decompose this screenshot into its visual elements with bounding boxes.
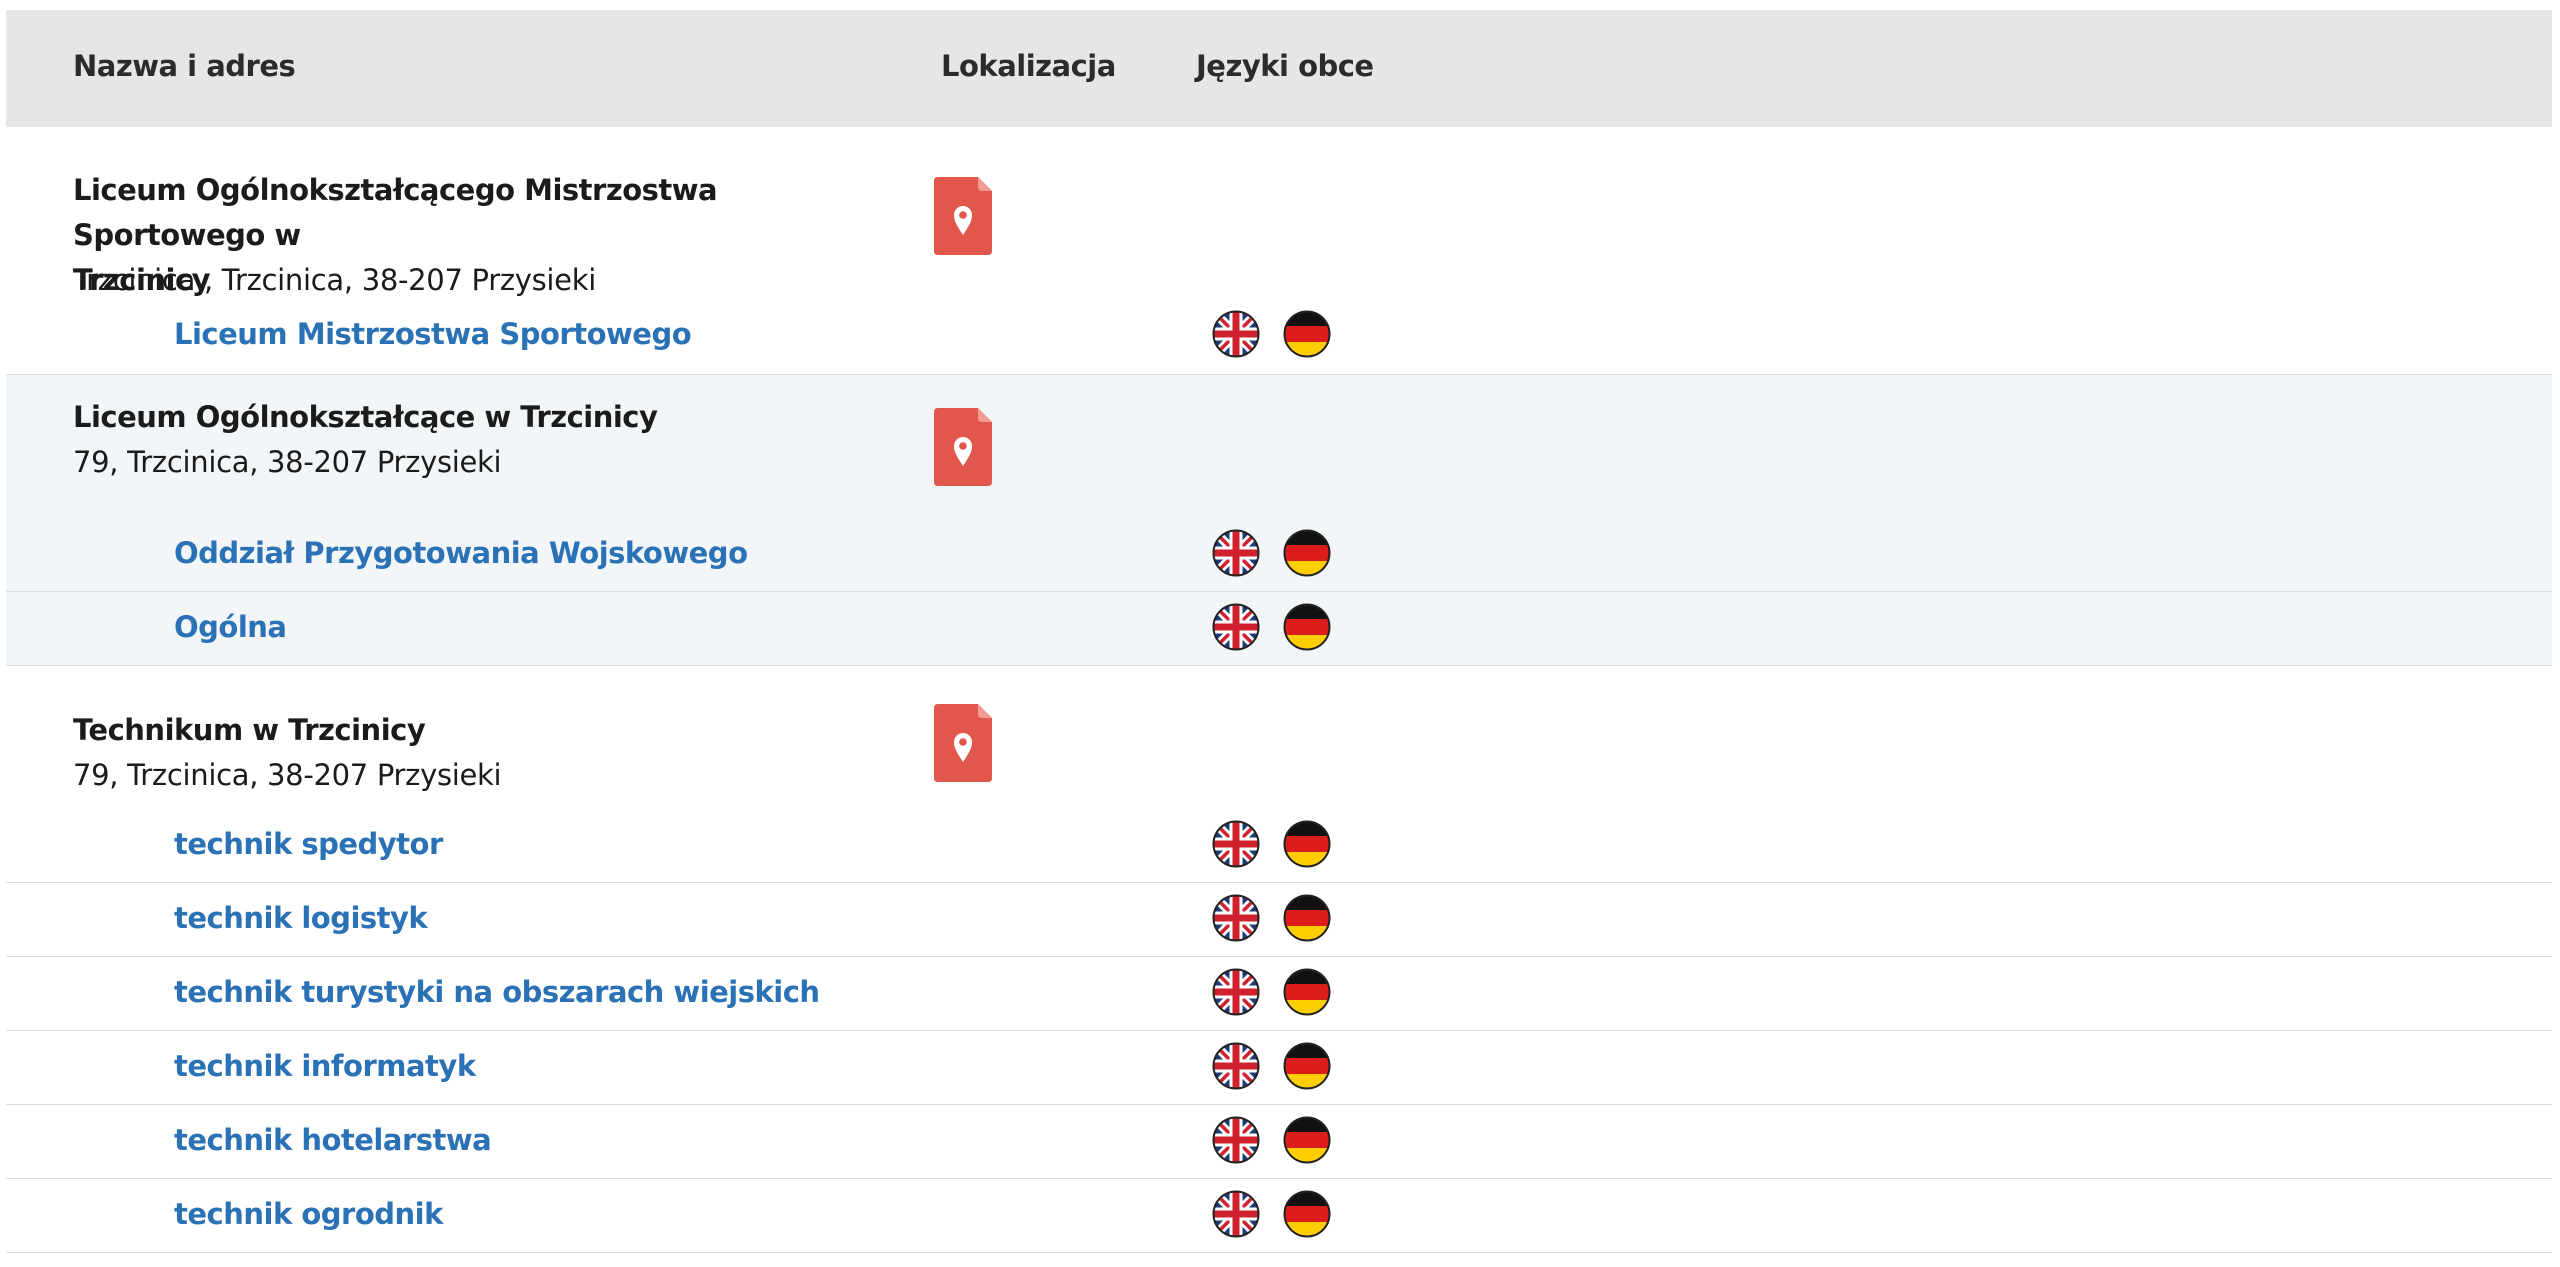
german-flag-icon bbox=[1283, 820, 1331, 868]
german-flag-icon bbox=[1283, 1116, 1331, 1164]
english-flag-icon bbox=[1212, 1190, 1260, 1238]
header-location: Lokalizacja bbox=[941, 49, 1116, 83]
language-flags bbox=[1212, 603, 1331, 651]
language-flags bbox=[1212, 529, 1331, 577]
program-link[interactable]: technik ogrodnik bbox=[174, 1197, 443, 1231]
school-row: Liceum Ogólnokształcącego Mistrzostwa Sp… bbox=[6, 127, 2552, 305]
english-flag-icon bbox=[1212, 1116, 1260, 1164]
program-link[interactable]: technik turystyki na obszarach wiejskich bbox=[174, 975, 820, 1009]
language-flags bbox=[1212, 894, 1331, 942]
program-row: technik hotelarstwa bbox=[6, 1105, 2552, 1179]
program-row: technik informatyk bbox=[6, 1031, 2552, 1105]
program-row: Liceum Mistrzostwa Sportowego bbox=[6, 305, 2552, 375]
program-row: technik logistyk bbox=[6, 883, 2552, 957]
english-flag-icon bbox=[1212, 603, 1260, 651]
school-row: Liceum Ogólnokształcące w Trzcinicy 79, … bbox=[6, 375, 2552, 518]
english-flag-icon bbox=[1212, 894, 1260, 942]
english-flag-icon bbox=[1212, 820, 1260, 868]
program-link[interactable]: Oddział Przygotowania Wojskowego bbox=[174, 536, 748, 570]
program-row: technik turystyki na obszarach wiejskich bbox=[6, 957, 2552, 1031]
header-languages: Języki obce bbox=[1196, 49, 1374, 83]
language-flags bbox=[1212, 820, 1331, 868]
school-name: Technikum w Trzcinicy bbox=[73, 713, 426, 747]
program-link[interactable]: technik hotelarstwa bbox=[174, 1123, 492, 1157]
map-marker-icon[interactable] bbox=[934, 177, 996, 255]
program-row: technik ogrodnik bbox=[6, 1179, 2552, 1253]
english-flag-icon bbox=[1212, 1042, 1260, 1090]
program-link[interactable]: Ogólna bbox=[174, 610, 287, 644]
program-link[interactable]: technik logistyk bbox=[174, 901, 428, 935]
program-link[interactable]: technik informatyk bbox=[174, 1049, 476, 1083]
school-name: Liceum Ogólnokształcące w Trzcinicy bbox=[73, 400, 658, 434]
program-row: Ogólna bbox=[6, 592, 2552, 666]
school-group: Liceum Ogólnokształcącego Mistrzostwa Sp… bbox=[6, 127, 2552, 375]
program-row: Oddział Przygotowania Wojskowego bbox=[6, 518, 2552, 592]
header-name-address: Nazwa i adres bbox=[73, 49, 296, 83]
german-flag-icon bbox=[1283, 1190, 1331, 1238]
program-link[interactable]: technik spedytor bbox=[174, 827, 443, 861]
school-address: 79, Trzcinica, 38-207 Przysieki bbox=[73, 758, 502, 792]
english-flag-icon bbox=[1212, 310, 1260, 358]
german-flag-icon bbox=[1283, 529, 1331, 577]
language-flags bbox=[1212, 968, 1331, 1016]
language-flags bbox=[1212, 1116, 1331, 1164]
language-flags bbox=[1212, 310, 1331, 358]
schools-table: Nazwa i adres Lokalizacja Języki obce Li… bbox=[6, 10, 2552, 1253]
language-flags bbox=[1212, 1190, 1331, 1238]
german-flag-icon bbox=[1283, 1042, 1331, 1090]
german-flag-icon bbox=[1283, 310, 1331, 358]
school-group: Liceum Ogólnokształcące w Trzcinicy 79, … bbox=[6, 375, 2552, 666]
program-link[interactable]: Liceum Mistrzostwa Sportowego bbox=[174, 317, 692, 351]
english-flag-icon bbox=[1212, 529, 1260, 577]
table-header: Nazwa i adres Lokalizacja Języki obce bbox=[6, 10, 2552, 127]
german-flag-icon bbox=[1283, 894, 1331, 942]
german-flag-icon bbox=[1283, 603, 1331, 651]
school-row: Technikum w Trzcinicy 79, Trzcinica, 38-… bbox=[6, 666, 2552, 809]
program-row: technik spedytor bbox=[6, 809, 2552, 883]
language-flags bbox=[1212, 1042, 1331, 1090]
school-address: 79, Trzcinica, 38-207 Przysieki bbox=[73, 445, 502, 479]
school-address: Trzcinica , Trzcinica, 38-207 Przysieki bbox=[73, 263, 596, 297]
map-marker-icon[interactable] bbox=[934, 704, 996, 782]
english-flag-icon bbox=[1212, 968, 1260, 1016]
german-flag-icon bbox=[1283, 968, 1331, 1016]
school-group: Technikum w Trzcinicy 79, Trzcinica, 38-… bbox=[6, 666, 2552, 1253]
map-marker-icon[interactable] bbox=[934, 408, 996, 486]
